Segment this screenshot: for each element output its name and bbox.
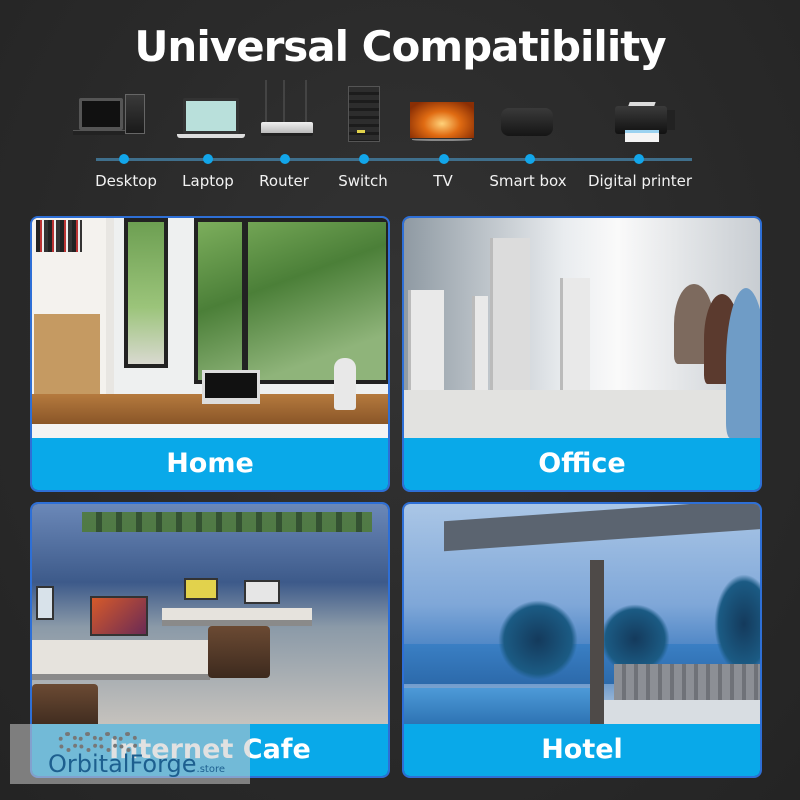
watermark-brand: OrbitalForge (48, 750, 197, 778)
smart-box-icon (473, 78, 583, 142)
printer-icon (585, 78, 695, 142)
watermark-logo: OrbitalForge.store (10, 724, 250, 784)
watermark-suffix: .store (196, 764, 226, 775)
scenario-card-home: Home (30, 216, 390, 492)
hotel-poolside-photo (404, 504, 760, 728)
timeline-line (96, 158, 692, 161)
timeline-dot (634, 154, 644, 164)
scenario-label: Office (404, 438, 760, 490)
timeline-dot (203, 154, 213, 164)
page-title: Universal Compatibility (134, 22, 666, 71)
timeline-dot (439, 154, 449, 164)
scenario-card-hotel: Hotel (402, 502, 762, 778)
device-label: Smart box (489, 172, 567, 190)
scenario-label: Home (32, 438, 388, 490)
scenario-card-office: Office (402, 216, 762, 492)
device-row: Desktop Laptop Router Switch TV Smart bo… (0, 78, 800, 198)
home-office-photo (32, 218, 388, 440)
timeline-dot (525, 154, 535, 164)
timeline-dot (280, 154, 290, 164)
timeline-dot (119, 154, 129, 164)
device-printer: Digital printer (585, 78, 695, 190)
device-smart-box: Smart box (473, 78, 583, 190)
timeline-dot (359, 154, 369, 164)
scenario-label: Hotel (404, 724, 760, 776)
office-workstations-photo (404, 218, 760, 440)
device-label: Digital printer (587, 172, 693, 190)
internet-cafe-photo (32, 504, 388, 728)
